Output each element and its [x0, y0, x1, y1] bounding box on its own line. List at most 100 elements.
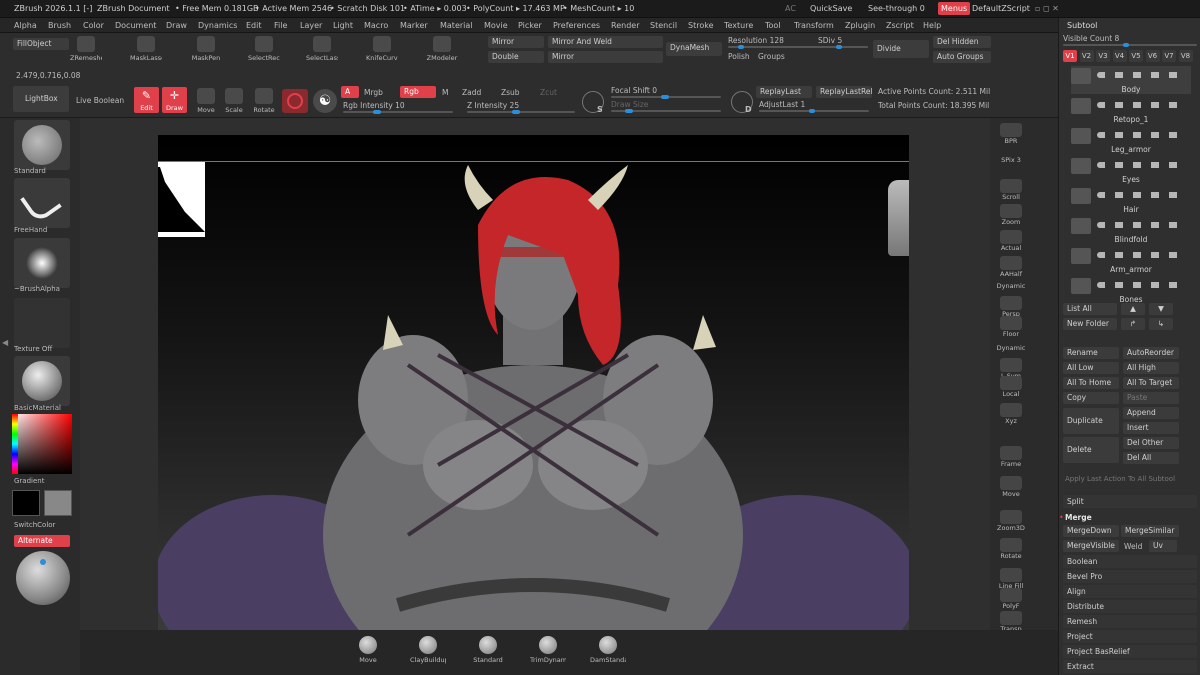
switch-color-button[interactable]: SwitchColor: [14, 521, 74, 529]
boolean-section[interactable]: Boolean: [1063, 555, 1197, 568]
scale-button[interactable]: Scale: [219, 88, 249, 114]
insert-button[interactable]: Insert: [1123, 422, 1179, 434]
move-up-icon[interactable]: ↱: [1121, 318, 1145, 330]
shelf-floor[interactable]: Floor: [996, 316, 1026, 338]
tool-masklasso[interactable]: MaskLasso: [130, 36, 162, 62]
m-button[interactable]: M: [442, 88, 448, 97]
tool-selectrect[interactable]: SelectRect: [248, 36, 280, 62]
visibility-toggles-icon[interactable]: [1097, 102, 1187, 108]
character-model[interactable]: [158, 135, 909, 630]
all-high-button[interactable]: All High: [1123, 362, 1179, 374]
alternate-button[interactable]: Alternate: [14, 535, 70, 547]
visibility-toggles-icon[interactable]: [1097, 222, 1187, 228]
menus-button[interactable]: Menus: [938, 2, 971, 15]
menu-movie[interactable]: Movie: [484, 21, 508, 30]
texture-tile[interactable]: [14, 298, 70, 348]
gizmo-icon[interactable]: ☯: [313, 89, 337, 113]
tool-knifecurve[interactable]: KnifeCurve: [366, 36, 398, 62]
paste-button[interactable]: Paste: [1123, 392, 1179, 404]
menu-stroke[interactable]: Stroke: [688, 21, 714, 30]
remesh-section[interactable]: Remesh: [1063, 615, 1197, 628]
default-zscript[interactable]: DefaultZScript: [972, 4, 1030, 13]
duplicate-button[interactable]: Duplicate: [1063, 408, 1119, 434]
uv-button[interactable]: Uv: [1149, 540, 1177, 552]
fill-object-button[interactable]: FillObject: [13, 38, 69, 50]
shelf-xyz[interactable]: Xyz: [996, 403, 1026, 425]
version-tab-v6[interactable]: V6: [1145, 50, 1160, 62]
secondary-color-swatch[interactable]: [44, 490, 72, 516]
menu-zplugin[interactable]: Zplugin: [845, 21, 875, 30]
color-picker[interactable]: [12, 414, 72, 474]
subtool-item-bones[interactable]: Bones: [1071, 276, 1191, 304]
arrow-down-icon[interactable]: ▼: [1149, 303, 1173, 315]
z-intensity-track[interactable]: [467, 110, 575, 114]
adjust-last-track[interactable]: [759, 109, 869, 113]
visibility-toggles-icon[interactable]: [1097, 252, 1187, 258]
menu-document[interactable]: Document: [115, 21, 156, 30]
subtool-item-body[interactable]: Body: [1071, 66, 1191, 94]
replay-last-rel-button[interactable]: ReplayLastRel: [816, 86, 872, 98]
brush-claybuildup[interactable]: ClayBuildup: [410, 636, 446, 664]
copy-button[interactable]: Copy: [1063, 392, 1119, 404]
viewport[interactable]: [158, 135, 909, 630]
del-all-button[interactable]: Del All: [1123, 452, 1179, 464]
focal-shift-slider[interactable]: Focal Shift 0: [611, 86, 657, 95]
version-tab-v1[interactable]: V1: [1063, 50, 1077, 62]
zsub-button[interactable]: Zsub: [501, 88, 520, 97]
menu-preferences[interactable]: Preferences: [553, 21, 600, 30]
shelf-dynamic[interactable]: Dynamic: [996, 282, 1026, 290]
tool-maskpen[interactable]: MaskPen: [190, 36, 222, 62]
orientation-head-icon[interactable]: [888, 180, 909, 256]
menu-brush[interactable]: Brush: [48, 21, 71, 30]
project-basrelief-section[interactable]: Project BasRelief: [1063, 645, 1197, 658]
shelf-zoom3d[interactable]: Zoom3D: [996, 510, 1026, 532]
menu-macro[interactable]: Macro: [364, 21, 388, 30]
visibility-toggles-icon[interactable]: [1097, 192, 1187, 198]
menu-light[interactable]: Light: [333, 21, 353, 30]
shelf-zoom[interactable]: Zoom: [996, 204, 1026, 226]
brush-damstandard[interactable]: DamStandard: [590, 636, 626, 664]
all-to-home-button[interactable]: All To Home: [1063, 377, 1119, 389]
visibility-toggles-icon[interactable]: [1097, 162, 1187, 168]
material-tile[interactable]: [14, 356, 70, 406]
menu-zscript[interactable]: Zscript: [886, 21, 914, 30]
menu-alpha[interactable]: Alpha: [14, 21, 37, 30]
freehand-stroke-tile[interactable]: [14, 178, 70, 228]
move-down-icon[interactable]: ↳: [1149, 318, 1173, 330]
project-section[interactable]: Project: [1063, 630, 1197, 643]
new-folder-button[interactable]: New Folder: [1063, 318, 1117, 330]
navigator-thumbnail[interactable]: [158, 162, 205, 237]
menu-texture[interactable]: Texture: [724, 21, 753, 30]
standard-brush-tile[interactable]: [14, 120, 70, 170]
shelf-collapse-icon[interactable]: ◀: [2, 338, 8, 347]
menu-edit[interactable]: Edit: [246, 21, 262, 30]
align-section[interactable]: Align: [1063, 585, 1197, 598]
merge-section[interactable]: Merge: [1065, 513, 1092, 522]
append-button[interactable]: Append: [1123, 407, 1179, 419]
edit-button[interactable]: ✎ Edit: [134, 87, 159, 113]
menu-layer[interactable]: Layer: [300, 21, 322, 30]
delete-button[interactable]: Delete: [1063, 437, 1119, 463]
mrgb-button[interactable]: Mrgb: [364, 88, 383, 97]
shelf-aahalf[interactable]: AAHalf: [996, 256, 1026, 278]
version-tab-v7[interactable]: V7: [1162, 50, 1176, 62]
rgb-intensity-slider[interactable]: Rgb Intensity 10: [343, 101, 405, 110]
shelf-local[interactable]: Local: [996, 376, 1026, 398]
subtool-item-retopo_1[interactable]: Retopo_1: [1071, 96, 1191, 124]
zadd-button[interactable]: Zadd: [462, 88, 481, 97]
double-button[interactable]: Double: [488, 51, 544, 63]
move-button[interactable]: Move: [191, 88, 221, 114]
shelf-dynamic[interactable]: Dynamic: [996, 344, 1026, 352]
version-tab-v8[interactable]: V8: [1178, 50, 1193, 62]
subtool-item-leg_armor[interactable]: Leg_armor: [1071, 126, 1191, 154]
polish-button[interactable]: Polish: [728, 52, 750, 61]
shelf-move[interactable]: Move: [996, 476, 1026, 498]
menu-dynamics[interactable]: Dynamics: [198, 21, 237, 30]
extract-section[interactable]: Extract: [1063, 660, 1197, 673]
tool-zremesher[interactable]: ZRemesher: [70, 36, 102, 62]
shelf-rotate[interactable]: Rotate: [996, 538, 1026, 560]
view-sphere[interactable]: [16, 551, 70, 605]
menu-color[interactable]: Color: [83, 21, 104, 30]
shelf-scroll[interactable]: Scroll: [996, 179, 1026, 201]
auto-groups-button[interactable]: Auto Groups: [933, 51, 991, 63]
